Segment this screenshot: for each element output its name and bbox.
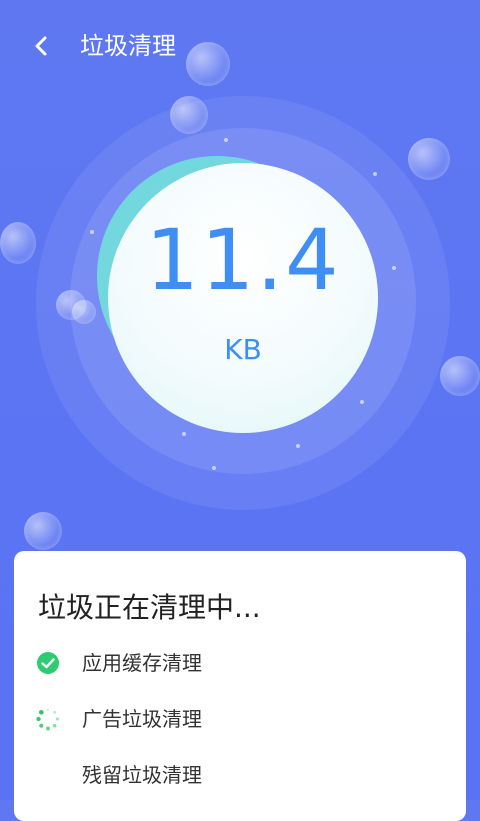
- sparkle-dot: [360, 400, 364, 404]
- task-item: 应用缓存清理: [14, 643, 466, 683]
- junk-size-unit: KB: [224, 333, 262, 366]
- decorative-bubble: [0, 222, 36, 264]
- page-title: 垃圾清理: [80, 32, 176, 60]
- task-item: 广告垃圾清理: [14, 699, 466, 739]
- cleaning-status-card: 垃圾正在清理中... 应用缓存清理 广告垃圾清理 残留垃圾清理: [14, 551, 466, 821]
- cleaning-status-title: 垃圾正在清理中...: [38, 591, 261, 624]
- sparkle-dot: [296, 444, 300, 448]
- back-button[interactable]: [26, 30, 58, 62]
- task-label: 应用缓存清理: [82, 651, 202, 675]
- sparkle-dot: [373, 172, 377, 176]
- top-bar: 垃圾清理: [0, 0, 480, 96]
- sparkle-dot: [224, 138, 228, 142]
- decorative-bubble: [440, 356, 480, 396]
- chevron-left-icon: [35, 36, 47, 56]
- task-label: 广告垃圾清理: [82, 707, 202, 731]
- decorative-bubble: [408, 138, 450, 180]
- sparkle-dot: [90, 230, 94, 234]
- task-item: 残留垃圾清理: [14, 755, 466, 795]
- sparkle-dot: [182, 432, 186, 436]
- sparkle-dot: [212, 466, 216, 470]
- spinner-icon: [36, 707, 60, 731]
- check-circle-icon: [36, 651, 60, 675]
- junk-size-value: 11.4: [145, 211, 341, 309]
- sparkle-dot: [392, 266, 396, 270]
- decorative-bubble: [24, 512, 62, 550]
- task-label: 残留垃圾清理: [82, 763, 202, 787]
